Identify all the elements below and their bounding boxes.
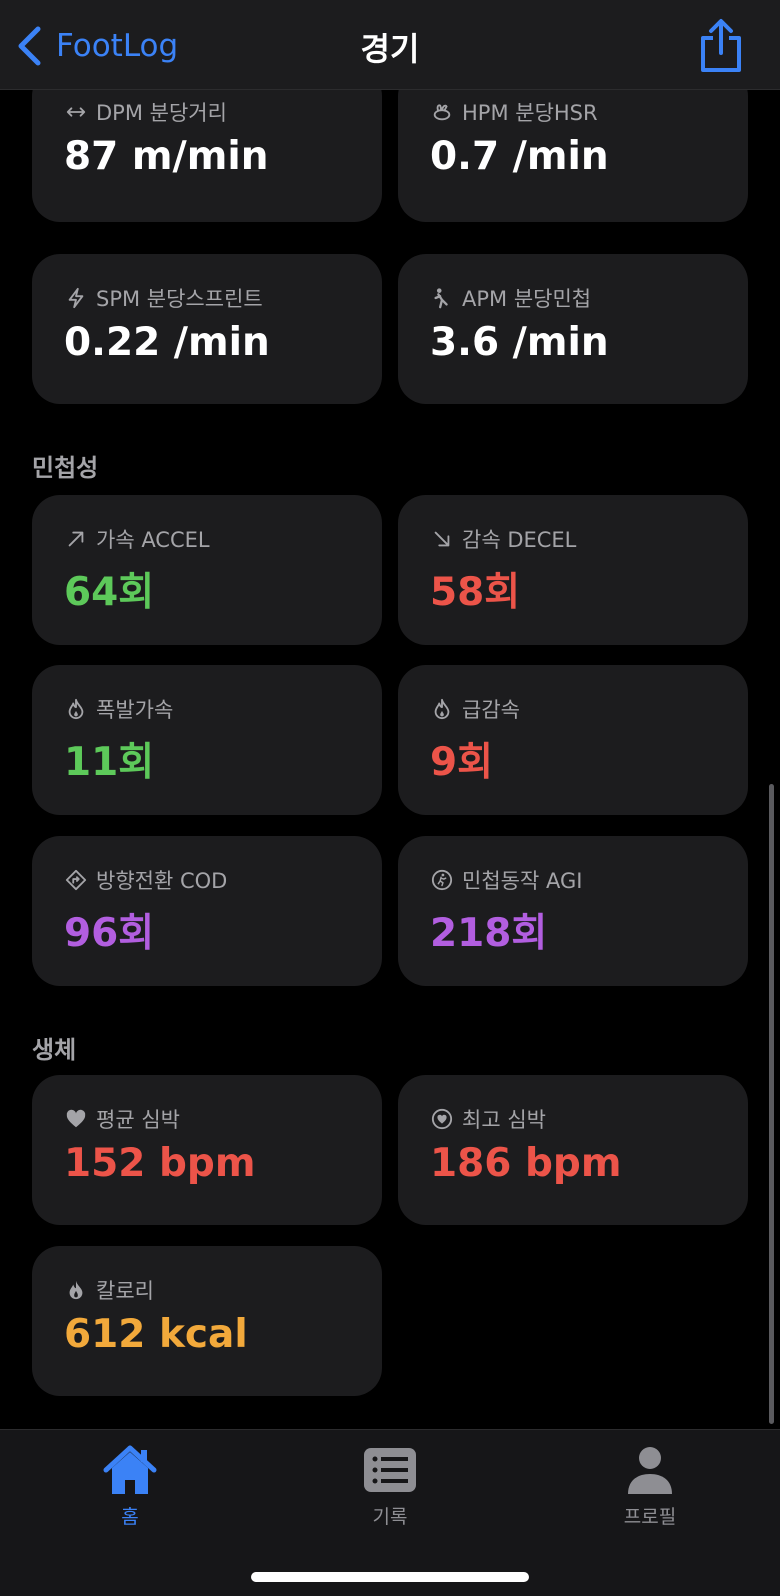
tab-profile[interactable]: 프로필 bbox=[570, 1444, 730, 1529]
stat-label: 평균 심박 bbox=[96, 1108, 180, 1132]
stat-value: 9회 bbox=[430, 740, 494, 785]
stat-card-decel: 감속 DECEL 58회 bbox=[398, 495, 748, 645]
home-indicator[interactable] bbox=[251, 1572, 529, 1582]
stat-value: 87 m/min bbox=[64, 134, 269, 179]
stat-card-agi: 민첩동작 AGI 218회 bbox=[398, 836, 748, 986]
stat-label: 민첩동작 AGI bbox=[462, 869, 583, 893]
arrow-down-right-icon bbox=[430, 527, 454, 551]
flame-icon bbox=[430, 697, 454, 721]
stat-value: 3.6 /min bbox=[430, 320, 609, 365]
stat-value: 218회 bbox=[430, 911, 548, 956]
stat-value: 64회 bbox=[64, 570, 155, 615]
stat-card-calories: 칼로리 612 kcal bbox=[32, 1246, 382, 1396]
arrow-up-right-icon bbox=[64, 527, 88, 551]
stat-value: 58회 bbox=[430, 570, 521, 615]
house-icon bbox=[103, 1445, 157, 1494]
section-title-agility: 민첩성 bbox=[32, 454, 99, 482]
page-title: 경기 bbox=[360, 30, 420, 68]
stat-label: DPM 분당거리 bbox=[96, 101, 227, 125]
stat-label: SPM 분당스프린트 bbox=[96, 287, 263, 311]
tab-profile-label: 프로필 bbox=[623, 1506, 677, 1528]
tab-home-label: 홈 bbox=[121, 1506, 139, 1528]
stat-label: 감속 DECEL bbox=[462, 528, 577, 552]
stat-card-hpm: HPM 분당HSR 0.7 /min bbox=[398, 90, 748, 222]
stat-value: 96회 bbox=[64, 911, 155, 956]
share-button[interactable] bbox=[698, 18, 744, 74]
heart-icon bbox=[64, 1107, 88, 1131]
bolt-icon bbox=[64, 286, 88, 310]
stat-label: APM 분당민첩 bbox=[462, 287, 592, 311]
stat-value: 0.22 /min bbox=[64, 320, 270, 365]
navigation-bar: FootLog 경기 bbox=[0, 0, 780, 90]
stat-label: 방향전환 COD bbox=[96, 869, 228, 893]
stat-label: 칼로리 bbox=[96, 1279, 154, 1303]
stat-card-burst-accel: 폭발가속 11회 bbox=[32, 665, 382, 815]
stat-label: 폭발가속 bbox=[96, 698, 174, 722]
tab-bar: 홈 기록 프로필 bbox=[0, 1429, 780, 1596]
scrollbar[interactable] bbox=[769, 784, 774, 1424]
stat-card-accel: 가속 ACCEL 64회 bbox=[32, 495, 382, 645]
section-title-biometrics: 생체 bbox=[32, 1036, 77, 1064]
stats-scroll-area[interactable]: DPM 분당거리 87 m/min HPM 분당HSR 0.7 /min SPM… bbox=[0, 90, 780, 1429]
stat-value: 186 bpm bbox=[430, 1141, 622, 1186]
stat-card-dpm: DPM 분당거리 87 m/min bbox=[32, 90, 382, 222]
stat-label: 최고 심박 bbox=[462, 1108, 546, 1132]
list-icon bbox=[364, 1448, 416, 1492]
person-icon bbox=[628, 1447, 672, 1494]
heart-circle-icon bbox=[430, 1107, 454, 1131]
stat-card-max-hr: 최고 심박 186 bpm bbox=[398, 1075, 748, 1225]
stat-value: 0.7 /min bbox=[430, 134, 609, 179]
flame-icon bbox=[64, 697, 88, 721]
stat-card-avg-hr: 평균 심박 152 bpm bbox=[32, 1075, 382, 1225]
stat-value: 612 kcal bbox=[64, 1312, 248, 1357]
running-circle-icon bbox=[430, 868, 454, 892]
tab-home[interactable]: 홈 bbox=[50, 1444, 210, 1529]
stat-label: HPM 분당HSR bbox=[462, 101, 598, 125]
stat-value: 11회 bbox=[64, 740, 155, 785]
stat-card-spm: SPM 분당스프린트 0.22 /min bbox=[32, 254, 382, 404]
share-icon bbox=[701, 19, 741, 72]
flame-fill-icon bbox=[64, 1278, 88, 1302]
stat-value: 152 bpm bbox=[64, 1141, 256, 1186]
stat-card-apm: APM 분당민첩 3.6 /min bbox=[398, 254, 748, 404]
rabbit-icon bbox=[430, 100, 454, 124]
stat-label: 급감속 bbox=[462, 698, 520, 722]
stat-label: 가속 ACCEL bbox=[96, 528, 210, 552]
arrows-horizontal-icon bbox=[64, 100, 88, 124]
stat-card-hard-decel: 급감속 9회 bbox=[398, 665, 748, 815]
turn-diamond-icon bbox=[64, 868, 88, 892]
tab-records[interactable]: 기록 bbox=[310, 1444, 470, 1529]
figure-agile-icon bbox=[430, 286, 454, 310]
tab-records-label: 기록 bbox=[372, 1506, 408, 1528]
stat-card-cod: 방향전환 COD 96회 bbox=[32, 836, 382, 986]
